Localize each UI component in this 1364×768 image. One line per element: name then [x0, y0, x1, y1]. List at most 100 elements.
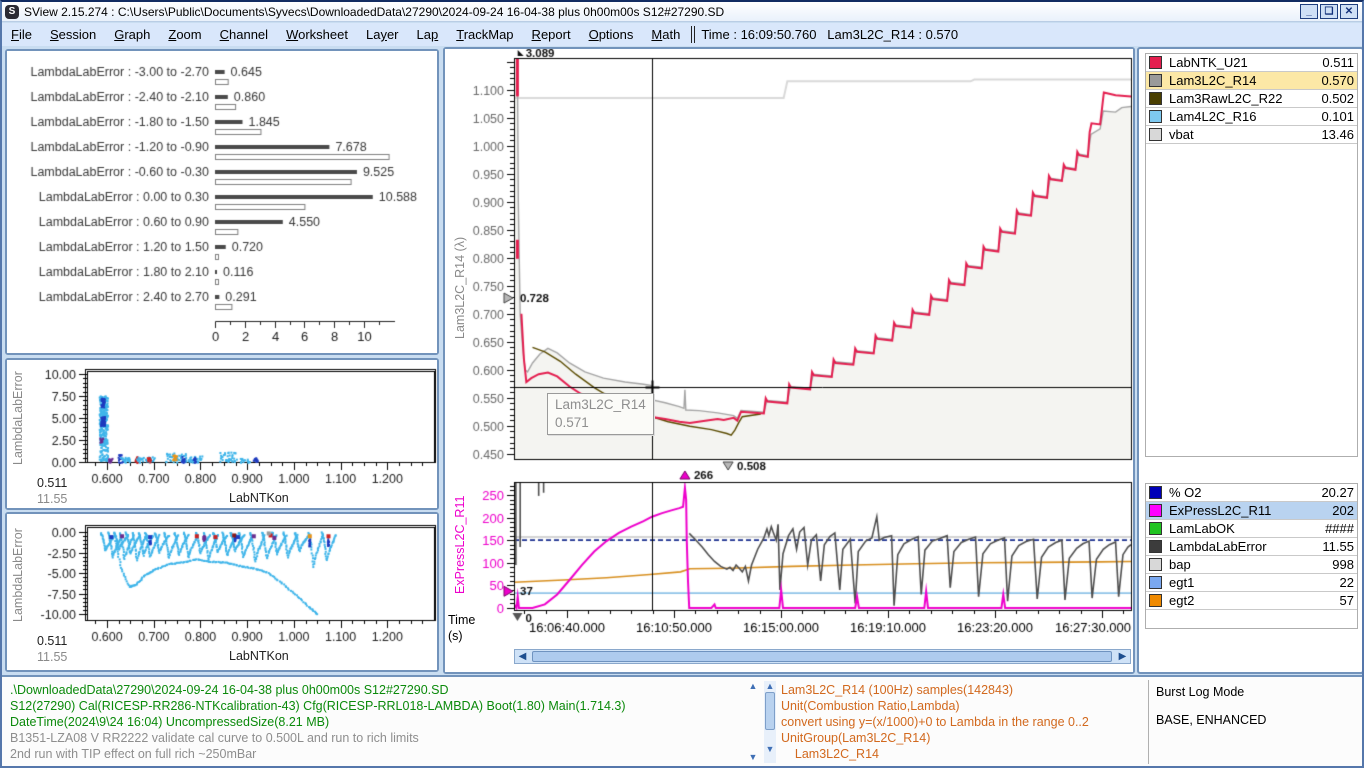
channel-scroll-up-icon[interactable]: ▲	[764, 681, 776, 692]
channel-value: 0.570	[1321, 73, 1354, 88]
menu-report[interactable]: Report	[523, 25, 580, 44]
menu-worksheet[interactable]: Worksheet	[277, 25, 357, 44]
channel-info-line: Unit(Combustion Ratio,Lambda)	[781, 699, 960, 713]
menu-bar: FileSessionGraphZoomChannelWorksheetLaye…	[2, 23, 1362, 46]
channel-name: % O2	[1169, 485, 1321, 500]
menu-options[interactable]: Options	[580, 25, 643, 44]
channel-name: Lam3RawL2C_R22	[1169, 91, 1321, 106]
legend-top: LabNTK_U210.511Lam3L2C_R140.570Lam3RawL2…	[1145, 53, 1358, 457]
menu-math[interactable]: Math	[642, 25, 689, 44]
channel-name: LamLabOK	[1169, 521, 1325, 536]
channel-name: vbat	[1169, 127, 1321, 142]
channel-value: 20.27	[1321, 485, 1354, 500]
title-bar: S SView 2.15.274 : C:\Users\Public\Docum…	[2, 2, 1362, 22]
bottom-info-bar: .\DownloadedData\27290\2024-09-24 16-04-…	[2, 675, 1362, 766]
channel-row-empty[interactable]	[1146, 610, 1357, 628]
menu-channel[interactable]: Channel	[211, 25, 277, 44]
channel-row-empty[interactable]	[1146, 144, 1357, 162]
channel-color-swatch	[1149, 92, 1162, 105]
channel-color-swatch	[1149, 540, 1162, 553]
histogram-panel	[5, 49, 439, 355]
channel-info-scrollbar[interactable]: ▲ ▼	[764, 681, 776, 763]
scroll-right-arrow[interactable]: ▶	[1115, 650, 1130, 663]
channel-scroll-thumb[interactable]	[765, 692, 775, 730]
scatter-top-canvas[interactable]	[7, 360, 437, 508]
window-title: SView 2.15.274 : C:\Users\Public\Documen…	[24, 5, 724, 19]
channel-list-panel: LabNTK_U210.511Lam3L2C_R140.570Lam3RawL2…	[1137, 47, 1364, 674]
scroll-thumb[interactable]	[532, 651, 1112, 662]
channel-value: 22	[1340, 575, 1354, 590]
scatter-top-ylabel: LambdaLabError	[11, 371, 25, 465]
channel-color-swatch	[1149, 504, 1162, 517]
file-scroll-down-icon[interactable]: ▼	[747, 752, 759, 763]
menu-separator	[691, 26, 695, 43]
channel-value: 11.55	[1322, 539, 1354, 554]
channel-color-swatch	[1149, 522, 1162, 535]
time-scrollbar[interactable]: ◀ ▶	[514, 649, 1131, 664]
scatter-bottom-ylabel: LambdaLabError	[11, 528, 25, 622]
channel-value: 57	[1340, 593, 1354, 608]
channel-color-swatch	[1149, 486, 1162, 499]
main-chart-canvas[interactable]	[445, 49, 1133, 672]
menu-zoom[interactable]: Zoom	[159, 25, 210, 44]
menu-lap[interactable]: Lap	[408, 25, 448, 44]
close-button[interactable]: ✕	[1340, 4, 1358, 19]
channel-row-lamlabok[interactable]: LamLabOK####	[1146, 520, 1357, 538]
channel-row--o2[interactable]: % O220.27	[1146, 484, 1357, 502]
channel-value: 998	[1332, 557, 1354, 572]
file-info-line: .\DownloadedData\27290\2024-09-24 16-04-…	[10, 683, 449, 697]
channel-row-labntk-u21[interactable]: LabNTK_U210.511	[1146, 54, 1357, 72]
restore-button[interactable]: ❏	[1320, 4, 1338, 19]
scatter-bottom-canvas[interactable]	[7, 514, 437, 670]
scroll-left-arrow[interactable]: ◀	[515, 650, 530, 663]
channel-row-vbat[interactable]: vbat13.46	[1146, 126, 1357, 144]
file-info-line: 2nd run with TIP effect on full rich ~25…	[10, 747, 256, 761]
channel-info-line: UnitGroup(Lam3L2C_R14)	[781, 731, 930, 745]
scatter-bottom-xlabel: LabNTKon	[229, 649, 289, 663]
scatter-top-xlabel: LabNTKon	[229, 491, 289, 505]
channel-scroll-down-icon[interactable]: ▼	[764, 744, 776, 755]
menu-layer[interactable]: Layer	[357, 25, 408, 44]
bottom-divider	[1148, 680, 1149, 764]
channel-name: Lam4L2C_R16	[1169, 109, 1321, 124]
minimize-button[interactable]: _	[1300, 4, 1318, 19]
scatter-bottom-corner-value-1: 0.511	[37, 634, 67, 648]
file-scroll-up-icon[interactable]: ▲	[747, 681, 759, 692]
channel-row-lambdalaberror[interactable]: LambdaLabError11.55	[1146, 538, 1357, 556]
channel-row-lam4l2c-r16[interactable]: Lam4L2C_R160.101	[1146, 108, 1357, 126]
file-info-scrollbar[interactable]: ▲ ▼	[747, 681, 759, 763]
tooltip-value: 0.571	[555, 414, 646, 432]
channel-row-egt2[interactable]: egt257	[1146, 592, 1357, 610]
menu-session[interactable]: Session	[41, 25, 105, 44]
channel-color-swatch	[1149, 594, 1162, 607]
value-tooltip: Lam3L2C_R14 0.571	[547, 393, 654, 435]
channel-value: 0.511	[1322, 55, 1354, 70]
channel-row-bap[interactable]: bap998	[1146, 556, 1357, 574]
main-chart-ylabel: Lam3L2C_R14 (λ)	[453, 237, 467, 339]
channel-row-expressl2c-r11[interactable]: ExPressL2C_R11202	[1146, 502, 1357, 520]
channel-value: 202	[1332, 503, 1354, 518]
menu-graph[interactable]: Graph	[105, 25, 159, 44]
menu-file[interactable]: File	[2, 25, 41, 44]
scatter-top-panel: LambdaLabError 0.511 11.55 LabNTKon	[5, 358, 439, 510]
channel-row-lam3l2c-r14[interactable]: Lam3L2C_R140.570	[1146, 72, 1357, 90]
burst-log-mode: Burst Log Mode	[1156, 685, 1244, 699]
legend-bottom: % O220.27ExPressL2C_R11202LamLabOK####La…	[1145, 483, 1358, 629]
histogram-canvas[interactable]	[7, 51, 437, 353]
channel-info-line: Lam3L2C_R14	[781, 747, 879, 761]
menu-trackmap[interactable]: TrackMap	[447, 25, 522, 44]
channel-row-lam3rawl2c-r22[interactable]: Lam3RawL2C_R220.502	[1146, 90, 1357, 108]
channel-value: 0.101	[1321, 109, 1354, 124]
channel-info-line: Lam3L2C_R14 (100Hz) samples(142843)	[781, 683, 1013, 697]
scatter-top-corner-value-1: 0.511	[37, 476, 67, 490]
time-axis-label-2: (s)	[448, 629, 463, 643]
channel-color-swatch	[1149, 128, 1162, 141]
app-icon: S	[5, 5, 19, 19]
time-chart-ylabel: ExPressL2C_R11	[453, 496, 467, 594]
channel-color-swatch	[1149, 74, 1162, 87]
scatter-top-corner-value-2: 11.55	[37, 492, 67, 506]
channel-info-line: convert using y=(x/1000)+0 to Lambda in …	[781, 715, 1089, 729]
channel-name: LambdaLabError	[1169, 539, 1322, 554]
channel-value: ####	[1325, 521, 1354, 536]
channel-row-egt1[interactable]: egt122	[1146, 574, 1357, 592]
